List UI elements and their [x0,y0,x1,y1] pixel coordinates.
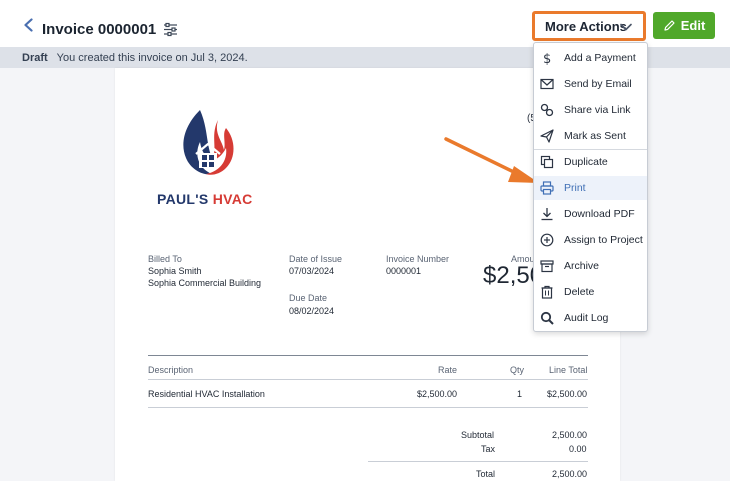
send-icon [540,129,554,143]
more-actions-menu: $ Add a Payment Send by Email Share via … [533,42,648,332]
chevron-down-icon [620,23,632,31]
date-of-issue-label: Date of Issue [289,254,343,264]
dollar-icon: $ [543,52,551,65]
row-rate: $2,500.00 [417,389,458,399]
page-title: Invoice 0000001 [42,21,157,38]
edit-button[interactable]: Edit [653,12,715,39]
total-value: 2,500.00 [552,469,588,479]
billed-to-company: Sophia Commercial Building [148,278,262,288]
col-header-line-total: Line Total [549,365,588,375]
invoice-number-label: Invoice Number [386,254,450,264]
row-line-total: $2,500.00 [547,389,588,399]
tax-value: 0.00 [569,444,587,454]
menu-item-label: Audit Log [564,312,609,324]
trash-icon [541,285,553,299]
totals-rule [368,461,588,462]
menu-item-assign-project[interactable]: Assign to Project [534,228,647,252]
menu-item-label: Delete [564,286,595,298]
download-icon [541,208,553,221]
svg-text:$: $ [543,52,551,65]
more-actions-label: More Actions [545,18,627,34]
menu-item-send-email[interactable]: Send by Email [534,72,647,96]
sliders-icon[interactable] [163,22,178,37]
more-actions-button[interactable]: More Actions [532,11,646,41]
row-qty: 1 [517,389,523,399]
menu-item-label: Download PDF [564,208,635,220]
menu-item-mark-sent[interactable]: Mark as Sent [534,124,647,148]
date-of-issue: 07/03/2024 [289,266,335,276]
menu-item-label: Print [564,182,586,194]
col-header-qty: Qty [510,365,525,375]
menu-item-label: Assign to Project [564,234,643,246]
plus-circle-icon [540,233,554,247]
menu-item-archive[interactable]: Archive [534,254,647,278]
search-icon [540,311,554,325]
invoice-number: 0000001 [386,266,422,276]
table-bottom-rule [148,407,588,408]
total-label: Total [476,469,496,479]
status-message: You created this invoice on Jul 3, 2024. [56,51,248,64]
tax-label: Tax [481,444,496,454]
menu-item-audit-log[interactable]: Audit Log [534,306,647,330]
link-icon [540,103,554,117]
menu-item-download-pdf[interactable]: Download PDF [534,202,647,226]
subtotal-label: Subtotal [461,430,495,440]
menu-item-print[interactable]: Print [534,176,647,200]
company-name-first: PAUL'S [157,191,209,207]
company-logo [183,110,234,175]
envelope-icon [540,78,554,90]
menu-item-label: Archive [564,260,600,272]
due-date-label: Due Date [289,293,328,303]
duplicate-icon [540,155,554,169]
archive-icon [540,260,554,273]
company-name: PAUL'S HVAC [157,191,253,207]
printer-icon [540,181,554,195]
table-top-rule [148,355,588,356]
menu-item-delete[interactable]: Delete [534,280,647,304]
billed-to-label: Billed To [148,254,182,264]
table-header-rule [148,379,588,380]
col-header-description: Description [148,365,194,375]
back-chevron-icon[interactable] [22,18,36,32]
menu-item-label: Share via Link [564,104,631,116]
edit-label: Edit [680,18,706,33]
billed-to-name: Sophia Smith [148,266,202,276]
subtotal-value: 2,500.00 [552,430,588,440]
menu-item-share-link[interactable]: Share via Link [534,98,647,122]
pencil-icon [664,20,675,31]
annotation-arrow [444,137,539,183]
top-bar: Invoice 0000001 More Actions Edit [0,0,730,47]
col-header-rate: Rate [438,365,458,375]
menu-item-label: Send by Email [564,78,632,90]
menu-item-label: Mark as Sent [564,130,626,142]
row-description: Residential HVAC Installation [148,389,265,399]
menu-item-label: Add a Payment [564,52,636,64]
menu-item-label: Duplicate [564,156,608,168]
menu-item-duplicate[interactable]: Duplicate [534,150,647,174]
status-badge: Draft [22,51,48,64]
company-name-second: HVAC [212,191,253,207]
due-date: 08/02/2024 [289,306,335,316]
menu-item-add-payment[interactable]: $ Add a Payment [534,46,647,70]
